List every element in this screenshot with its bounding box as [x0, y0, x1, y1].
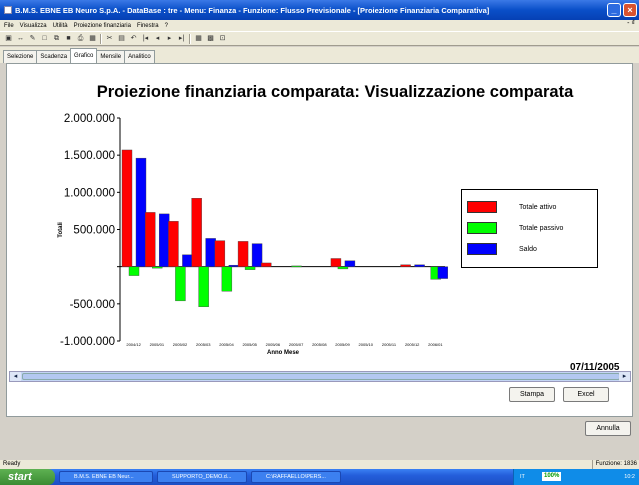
taskbar: start B.M.S. EBNE EB Neur... SUPPORTO_DE… — [0, 469, 639, 485]
legend-label: Totale attivo — [519, 203, 557, 211]
x-tick-label: 2005/11 — [382, 342, 397, 347]
bar — [175, 266, 186, 302]
bar — [205, 238, 216, 267]
x-tick-label: 2005/07 — [289, 342, 304, 347]
bar — [414, 264, 425, 267]
horizontal-scrollbar[interactable]: ◂ ▸ — [9, 371, 631, 382]
x-tick-label: 2005/10 — [359, 342, 374, 347]
x-tick-label: 2006/01 — [428, 342, 443, 347]
y-axis-label: Totali — [58, 222, 64, 238]
system-tray: IT 100% 10:2 — [513, 469, 639, 485]
x-tick-label: 2005/12 — [405, 342, 420, 347]
bar — [152, 266, 163, 269]
scroll-right-icon[interactable]: ▸ — [619, 372, 630, 381]
x-tick-label: 2005/04 — [219, 342, 234, 347]
taskbar-item[interactable]: SUPPORTO_DEMO.d... — [157, 471, 247, 483]
legend-item-saldo: Saldo — [467, 243, 537, 255]
bar — [244, 266, 256, 270]
scrollbar-thumb[interactable] — [22, 373, 620, 380]
bar — [221, 266, 233, 292]
x-tick-label: 2005/08 — [312, 342, 327, 347]
bar — [159, 213, 170, 267]
y-tick-label: 2.000.000 — [64, 113, 115, 125]
bar — [237, 241, 249, 267]
legend-label: Totale passivo — [519, 224, 564, 232]
bar — [228, 264, 240, 267]
legend-item-attivo: Totale attivo — [467, 201, 556, 213]
excel-button[interactable]: Excel — [563, 387, 609, 402]
x-tick-label: 2005/01 — [150, 342, 165, 347]
bar — [191, 198, 202, 267]
zoom-level: 100% — [542, 472, 562, 481]
print-button[interactable]: Stampa — [509, 387, 555, 402]
bar — [330, 258, 342, 267]
bar — [400, 264, 411, 267]
legend-label: Saldo — [519, 245, 537, 253]
legend-item-passivo: Totale passivo — [467, 222, 563, 234]
x-tick-label: 2005/06 — [266, 342, 281, 347]
y-tick-label: -1.000.000 — [60, 336, 115, 348]
legend-swatch — [467, 222, 497, 234]
taskbar-item[interactable]: C:\RAFFAELLO\PERS... — [251, 471, 341, 483]
bar — [337, 266, 349, 270]
bar — [145, 212, 156, 267]
legend-swatch — [467, 201, 497, 213]
x-tick-label: 2005/03 — [196, 342, 211, 347]
bar — [135, 157, 147, 267]
bar — [214, 240, 226, 267]
bar — [261, 262, 272, 267]
y-tick-label: 500.000 — [73, 225, 115, 237]
scroll-left-icon[interactable]: ◂ — [10, 372, 21, 381]
x-tick-label: 2005/02 — [173, 342, 188, 347]
x-tick-label: 2005/05 — [242, 342, 257, 347]
language-indicator[interactable]: IT — [520, 474, 525, 480]
y-tick-label: -500.000 — [70, 299, 115, 311]
x-tick-label: 2004/12 — [126, 342, 141, 347]
bar — [121, 149, 133, 267]
bar — [344, 260, 356, 267]
start-button[interactable]: start — [0, 469, 55, 485]
bar — [251, 243, 263, 267]
taskbar-item[interactable]: B.M.S. EBNE EB Neur... — [59, 471, 153, 483]
x-axis-label: Anno Mese — [267, 350, 300, 356]
legend-swatch — [467, 243, 497, 255]
cancel-button[interactable]: Annulla — [585, 421, 631, 436]
status-function: Funzione: 1836 — [591, 460, 637, 469]
chart-legend: Totale attivo Totale passivo Saldo — [461, 189, 598, 268]
status-text: Ready — [3, 461, 21, 467]
clock: 10:2 — [624, 474, 635, 480]
bar — [437, 266, 448, 279]
x-tick-label: 2005/09 — [335, 342, 350, 347]
y-tick-label: 1.000.000 — [64, 187, 115, 199]
y-tick-label: 1.500.000 — [64, 150, 115, 162]
status-bar: Ready Funzione: 1836 — [0, 460, 639, 469]
bar — [291, 265, 302, 268]
bar — [182, 254, 193, 267]
bar — [128, 266, 140, 276]
bar — [198, 266, 209, 308]
bar — [168, 221, 179, 267]
